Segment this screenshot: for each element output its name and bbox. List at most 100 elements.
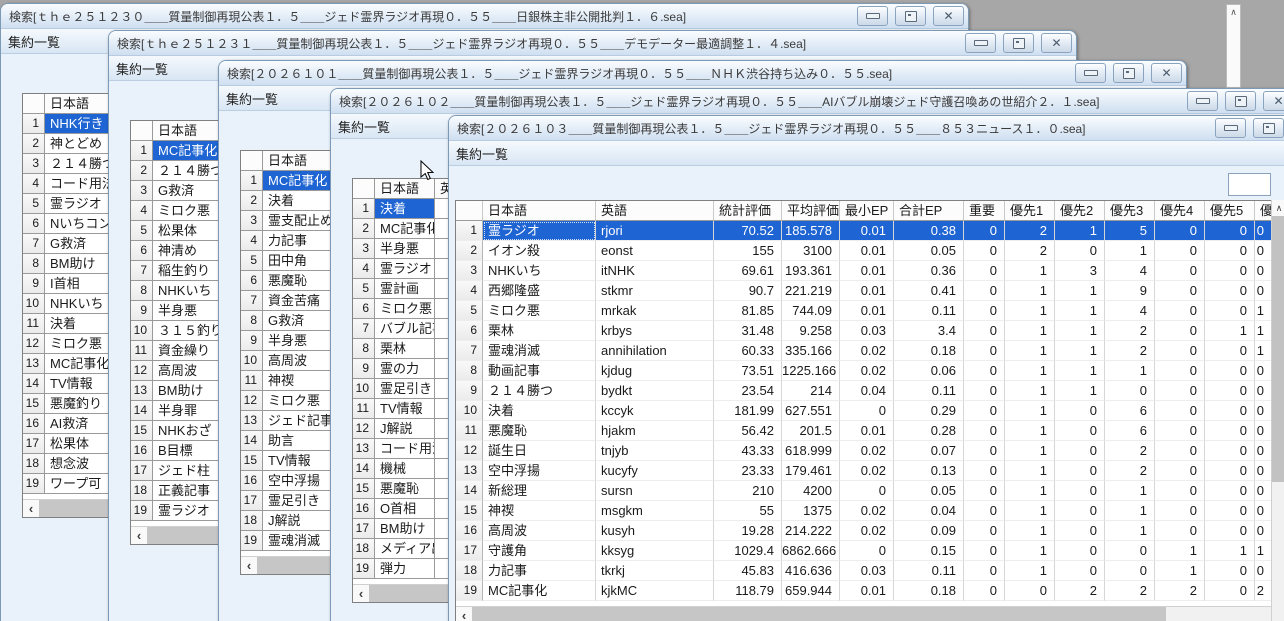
scroll-left-button[interactable]: ‹ (456, 607, 472, 621)
table-cell[interactable]: 56.42 (714, 421, 782, 441)
row-number[interactable]: 16 (353, 499, 375, 519)
table-cell[interactable]: 西郷隆盛 (483, 281, 596, 301)
row-number[interactable]: 11 (241, 371, 263, 391)
table-cell[interactable]: 1 (1005, 481, 1055, 501)
table-cell[interactable]: 0 (1205, 521, 1255, 541)
table-cell[interactable]: 2 (1155, 581, 1205, 601)
row-number[interactable]: 5 (131, 221, 153, 241)
row-number[interactable]: 12 (456, 441, 483, 461)
row-number[interactable]: 17 (456, 541, 483, 561)
table-cell[interactable]: 0 (1055, 501, 1105, 521)
table-cell[interactable]: 0 (1155, 521, 1205, 541)
table-cell[interactable]: BM助け (375, 519, 435, 539)
table-cell[interactable]: 決着 (375, 199, 435, 219)
table-cell[interactable]: 0 (1055, 401, 1105, 421)
row-number[interactable]: 5 (241, 251, 263, 271)
column-header[interactable]: 優先2 (1055, 201, 1105, 221)
titlebar[interactable]: 検索[２０２６１０１＿＿質量制御再現公表１．５＿＿ジェド霊界ラジオ再現０．５５＿… (219, 61, 1186, 86)
table-cell[interactable]: bydkt (596, 381, 714, 401)
row-number[interactable]: 12 (241, 391, 263, 411)
table-cell[interactable]: 0 (964, 341, 1005, 361)
close-button[interactable]: ✕ (933, 6, 964, 26)
row-number[interactable]: 12 (353, 419, 375, 439)
table-cell[interactable]: 0.01 (840, 301, 894, 321)
table-cell[interactable]: 0.38 (894, 221, 964, 241)
table-cell[interactable]: 179.461 (782, 461, 840, 481)
column-header[interactable]: 優先4 (1155, 201, 1205, 221)
table-cell[interactable]: 118.79 (714, 581, 782, 601)
table-cell[interactable]: ミロク悪 (375, 299, 435, 319)
table-cell[interactable]: 0 (1105, 561, 1155, 581)
table-cell[interactable]: 1 (1005, 281, 1055, 301)
table-cell[interactable]: 0.09 (894, 521, 964, 541)
table-cell[interactable]: 0.36 (894, 261, 964, 281)
table-cell[interactable]: 0 (1255, 521, 1272, 541)
table-cell[interactable]: バブル記事 (375, 319, 435, 339)
row-number[interactable]: 19 (131, 501, 153, 521)
table-cell[interactable]: 0.28 (894, 421, 964, 441)
table-cell[interactable]: 2 (1105, 581, 1155, 601)
table-cell[interactable]: 1 (1005, 521, 1055, 541)
table-cell[interactable]: 弾力 (375, 559, 435, 579)
row-number[interactable]: 8 (456, 361, 483, 381)
table-cell[interactable]: 0.06 (894, 361, 964, 381)
table-cell[interactable]: 1 (1205, 321, 1255, 341)
table-cell[interactable]: 0 (1205, 561, 1255, 581)
table-cell[interactable]: 23.54 (714, 381, 782, 401)
table-cell[interactable]: 0 (1155, 301, 1205, 321)
table-cell[interactable]: 0 (1155, 341, 1205, 361)
table-cell[interactable]: 栗林 (483, 321, 596, 341)
table-cell[interactable]: tnjyb (596, 441, 714, 461)
table-cell[interactable]: 23.33 (714, 461, 782, 481)
close-button[interactable]: ✕ (1151, 63, 1182, 83)
table-cell[interactable]: 栗林 (375, 339, 435, 359)
row-number[interactable]: 7 (456, 341, 483, 361)
table-cell[interactable]: mrkak (596, 301, 714, 321)
table-row[interactable]: 13 空中浮揚 kucyfy 23.33 179.461 0.02 0.13 0 1 0 2 0 0 0 (456, 461, 1272, 481)
table-cell[interactable]: 1 (1055, 301, 1105, 321)
table-cell[interactable]: 霊魂消滅 (483, 341, 596, 361)
table-cell[interactable]: 4 (1105, 261, 1155, 281)
table-cell[interactable]: 1 (1055, 321, 1105, 341)
table-cell[interactable]: 4 (1105, 301, 1155, 321)
table-cell[interactable]: J解説 (375, 419, 435, 439)
table-cell[interactable]: 9 (1105, 281, 1155, 301)
maximize-button[interactable] (895, 6, 926, 26)
column-header[interactable]: 優先5 (1205, 201, 1255, 221)
table-cell[interactable]: TV情報 (375, 399, 435, 419)
row-number[interactable]: 3 (353, 239, 375, 259)
table-cell[interactable]: 0 (1155, 441, 1205, 461)
table-cell[interactable]: 1 (1255, 321, 1272, 341)
table-cell[interactable]: 0 (964, 501, 1005, 521)
row-number[interactable]: 2 (23, 134, 45, 154)
row-number[interactable]: 14 (456, 481, 483, 501)
table-cell[interactable]: 0.03 (840, 561, 894, 581)
table-cell[interactable]: 0 (964, 421, 1005, 441)
table-cell[interactable]: 0.02 (840, 501, 894, 521)
table-cell[interactable]: 0.01 (840, 421, 894, 441)
row-number[interactable]: 16 (23, 414, 45, 434)
table-cell[interactable]: 6 (1105, 421, 1155, 441)
table-cell[interactable]: 0 (1205, 461, 1255, 481)
row-number[interactable]: 4 (456, 281, 483, 301)
row-number[interactable]: 6 (23, 214, 45, 234)
table-cell[interactable]: 0.04 (840, 381, 894, 401)
table-cell[interactable]: 0 (1205, 401, 1255, 421)
table-cell[interactable]: 0 (1205, 241, 1255, 261)
table-cell[interactable]: 0 (1055, 421, 1105, 441)
column-header[interactable]: 統計評価 (714, 201, 782, 221)
row-number[interactable]: 3 (23, 154, 45, 174)
table-row[interactable]: 9 ２１４勝つ bydkt 23.54 214 0.04 0.11 0 1 1 0 0 0 0 (456, 381, 1272, 401)
table-row[interactable]: 2 イオン殺 eonst 155 3100 0.01 0.05 0 2 0 1 0 0 0 (456, 241, 1272, 261)
table-cell[interactable]: 0 (1155, 321, 1205, 341)
table-cell[interactable]: 0 (1055, 441, 1105, 461)
table-cell[interactable]: hjakm (596, 421, 714, 441)
table-cell[interactable]: 0 (1105, 381, 1155, 401)
row-number[interactable]: 15 (23, 394, 45, 414)
table-cell[interactable]: 2 (1105, 461, 1155, 481)
titlebar[interactable]: 検索[２０２６１０２＿＿質量制御再現公表１．５＿＿ジェド霊界ラジオ再現０．５５＿… (331, 89, 1284, 114)
row-number[interactable]: 16 (131, 441, 153, 461)
table-cell[interactable]: 1 (1005, 321, 1055, 341)
row-number[interactable]: 17 (353, 519, 375, 539)
table-row[interactable]: 11 悪魔恥 hjakm 56.42 201.5 0.01 0.28 0 1 0 6 0 0 0 (456, 421, 1272, 441)
